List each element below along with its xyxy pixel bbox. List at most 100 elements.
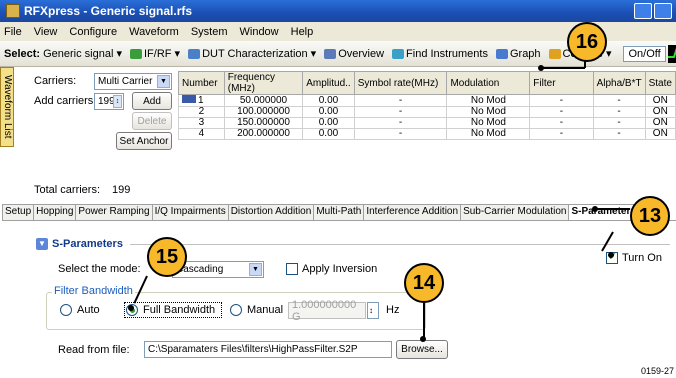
tab-iq-impairments[interactable]: I/Q Impairments: [151, 204, 229, 220]
generic-signal-label: Generic signal: [43, 47, 114, 60]
browse-button[interactable]: Browse...: [396, 340, 448, 359]
table-row[interactable]: 1 50.000000 0.00 - No Mod - - ON: [178, 94, 676, 107]
cell-alpha: -: [592, 106, 646, 118]
total-carriers-label: Total carriers:: [34, 184, 101, 196]
callout-dot: [128, 305, 134, 311]
if-rf-label: IF/RF: [143, 47, 172, 60]
cell-symbol-rate: -: [353, 117, 448, 129]
col-filter[interactable]: Filter: [529, 71, 594, 95]
file-path-input[interactable]: C:\Sparamaters Files\filters\HighPassFil…: [144, 341, 392, 358]
waveform-indicator-icon: [667, 44, 676, 63]
compile-icon: [548, 48, 561, 59]
table-row[interactable]: 2 100.000000 0.00 - No Mod - - ON: [178, 106, 676, 118]
generic-signal-dropdown[interactable]: Generic signal ▾: [43, 47, 122, 61]
cell-frequency: 150.000000: [223, 117, 304, 129]
find-instruments-button[interactable]: Find Instruments: [392, 48, 488, 60]
cell-alpha: -: [592, 94, 646, 107]
chevron-down-icon: ▼: [157, 75, 170, 88]
chevron-down-icon: ▼: [36, 238, 48, 250]
menu-system[interactable]: System: [191, 26, 228, 38]
tab-divider: [2, 220, 676, 221]
menu-help[interactable]: Help: [291, 26, 314, 38]
minimize-icon[interactable]: [634, 3, 652, 19]
auto-radio[interactable]: Auto: [60, 304, 100, 317]
antenna-icon: [129, 48, 142, 59]
stepper-icon[interactable]: ↕: [367, 302, 379, 319]
col-alpha[interactable]: Alpha/B*T: [592, 71, 646, 95]
apply-inversion-checkbox[interactable]: Apply Inversion: [286, 263, 378, 276]
cell-state: ON: [644, 106, 676, 118]
maximize-icon[interactable]: [654, 3, 672, 19]
if-rf-dropdown[interactable]: IF/RF ▾: [129, 47, 180, 60]
carriers-select[interactable]: Multi Carrier ▼: [94, 73, 172, 90]
table-row[interactable]: 4 200.000000 0.00 - No Mod - - ON: [178, 128, 676, 140]
stepper-icon[interactable]: ↕: [113, 95, 122, 108]
delete-button[interactable]: Delete: [132, 112, 172, 130]
add-carriers-stepper[interactable]: 199 ↕: [94, 93, 124, 110]
cell-number: 1: [198, 95, 204, 106]
menu-waveform[interactable]: Waveform: [129, 26, 179, 38]
manual-bandwidth-input[interactable]: 1.000000000 G: [288, 299, 366, 323]
s-parameters-title: S-Parameters: [52, 238, 123, 250]
tab-power-ramping[interactable]: Power Ramping: [75, 204, 153, 220]
callout-leader: [601, 231, 614, 252]
app-icon: [6, 4, 20, 18]
menu-configure[interactable]: Configure: [69, 26, 117, 38]
cell-modulation: No Mod: [446, 94, 531, 107]
manual-radio[interactable]: Manual: [230, 304, 283, 317]
dut-dropdown[interactable]: DUT Characterization ▾: [188, 47, 316, 60]
figure-id: 0159-27: [640, 366, 674, 376]
cell-symbol-rate: -: [353, 94, 448, 107]
tab-distortion-addition[interactable]: Distortion Addition: [227, 204, 315, 220]
cell-amplitude: 0.00: [302, 94, 355, 107]
col-amplitude[interactable]: Amplitud..: [302, 71, 355, 95]
tab-setup[interactable]: Setup: [2, 204, 35, 220]
menu-view[interactable]: View: [34, 26, 58, 38]
col-state[interactable]: State: [644, 71, 676, 95]
tab-multi-path[interactable]: Multi-Path: [313, 204, 365, 220]
graph-button[interactable]: Graph: [495, 47, 541, 60]
turn-on-checkbox[interactable]: Turn On: [606, 250, 662, 265]
window-title: RFXpress - Generic signal.rfs: [24, 4, 193, 18]
callout-16: 16: [567, 22, 607, 62]
cell-symbol-rate: -: [353, 106, 448, 118]
callout-leader: [596, 208, 630, 210]
cell-frequency: 50.000000: [223, 94, 304, 107]
overview-button[interactable]: Overview: [324, 48, 384, 60]
total-carriers-value: 199: [112, 184, 131, 196]
add-button[interactable]: Add: [132, 92, 172, 110]
col-symbol-rate[interactable]: Symbol rate(MHz): [353, 71, 448, 95]
apply-inversion-label: Apply Inversion: [302, 263, 378, 275]
graph-label: Graph: [509, 47, 541, 60]
col-frequency[interactable]: Frequency (MHz): [223, 71, 304, 95]
radio-icon: [230, 304, 242, 317]
hz-label: Hz: [386, 304, 400, 316]
tab-interference-addition[interactable]: Interference Addition: [363, 204, 462, 220]
table-row[interactable]: 3 150.000000 0.00 - No Mod - - ON: [178, 117, 676, 129]
set-anchor-button[interactable]: Set Anchor: [116, 132, 172, 150]
dut-label: DUT Characterization: [202, 47, 308, 60]
waveform-list-tab[interactable]: Waveform List: [0, 67, 14, 147]
cell-filter: -: [529, 106, 594, 118]
tab-hopping[interactable]: Hopping: [33, 204, 77, 220]
add-carriers-label: Add carriers:: [34, 95, 97, 107]
cell-symbol-rate: -: [353, 128, 448, 140]
col-modulation[interactable]: Modulation: [446, 71, 531, 95]
tab-s-parameters[interactable]: S-Parameters: [568, 204, 639, 220]
tab-sub-carrier-modulation[interactable]: Sub-Carrier Modulation: [460, 204, 570, 220]
row-number-cell: 1: [178, 94, 225, 107]
col-number[interactable]: Number: [178, 71, 225, 95]
carriers-select-value: Multi Carrier: [98, 76, 153, 87]
on-off-button[interactable]: On/Off: [623, 45, 666, 62]
section-divider: [130, 244, 670, 245]
filter-bandwidth-legend: Filter Bandwidth: [52, 285, 135, 297]
select-mode-label: Select the mode:: [58, 263, 141, 275]
callout-15: 15: [147, 237, 187, 277]
s-parameters-section-header[interactable]: ▼ S-Parameters: [36, 238, 123, 250]
menu-file[interactable]: File: [4, 26, 22, 38]
menu-window[interactable]: Window: [240, 26, 279, 38]
checkbox-icon: [286, 263, 298, 276]
cell-alpha: -: [592, 117, 646, 129]
cell-state: ON: [644, 128, 676, 140]
full-bandwidth-radio[interactable]: Full Bandwidth: [124, 302, 223, 319]
